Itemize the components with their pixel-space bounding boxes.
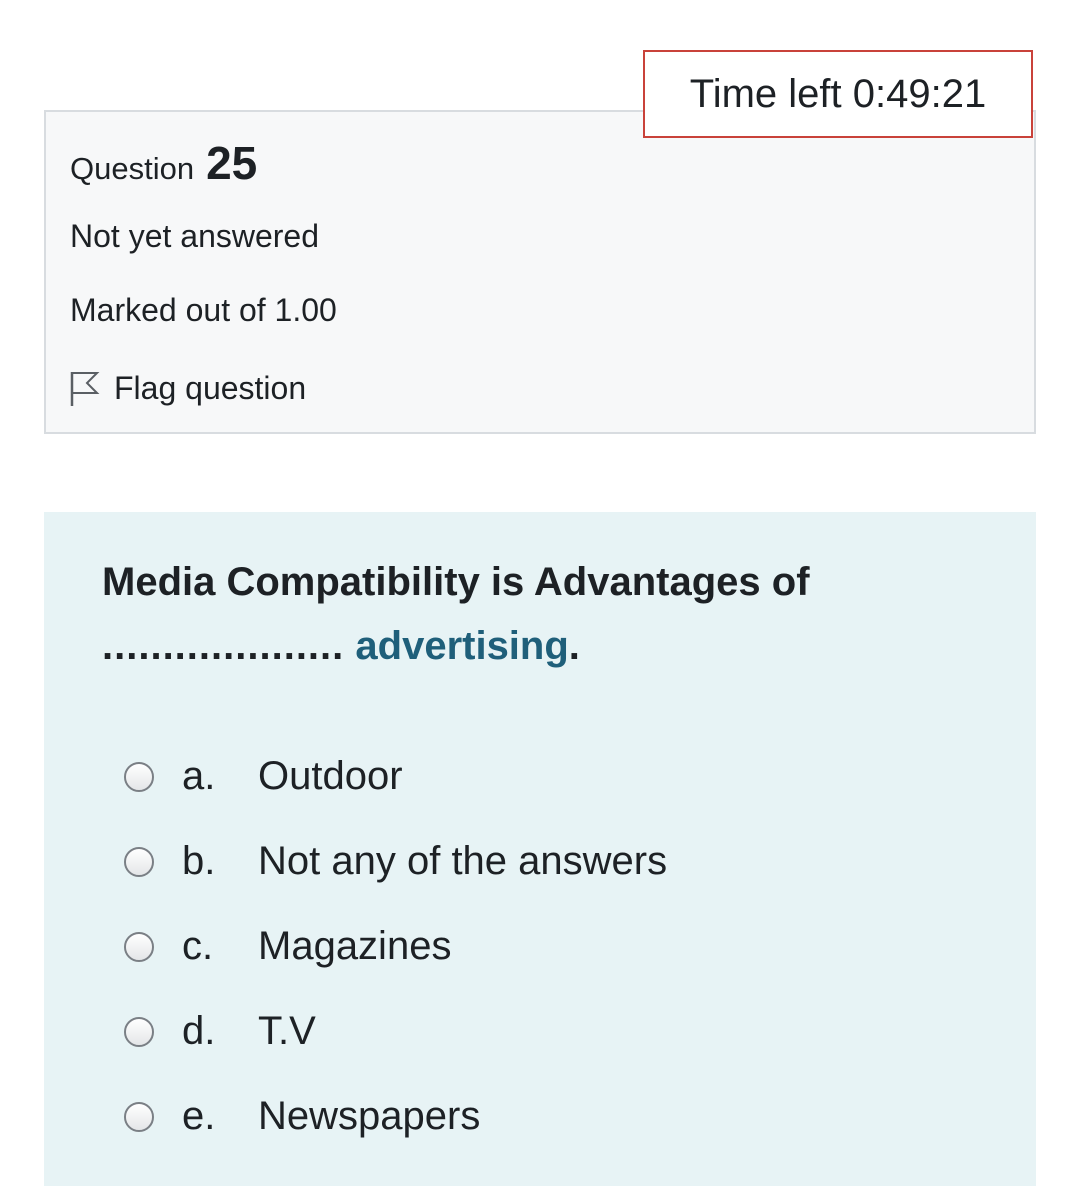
answer-text: Not any of the answers [258,839,668,883]
answer-option[interactable]: b. Not any of the answers [124,819,667,904]
quiz-page: Time left 0:49:21 Question 25 Not yet an… [0,0,1080,1186]
question-grade: Marked out of 1.00 [70,292,337,328]
answer-text: Magazines [258,924,452,968]
question-blank: .................... [102,624,345,668]
question-text: Media Compatibility is Advantages of ...… [102,550,982,678]
timer-label: Time left [689,71,842,116]
radio-button[interactable] [124,1101,154,1132]
radio-button[interactable] [124,931,154,962]
question-text-end: . [568,624,580,668]
answer-option[interactable]: e. Newspapers [124,1074,667,1159]
flag-question-label: Flag question [114,369,307,406]
radio-button[interactable] [124,846,154,877]
radio-button[interactable] [124,1016,154,1047]
glossary-link-advertising[interactable]: advertising [355,624,568,668]
question-info-panel: Question 25 Not yet answered Marked out … [44,110,1036,434]
answer-letter: b. [182,839,216,883]
radio-button[interactable] [124,761,154,792]
answer-options: a. Outdoor b. Not any of the answers c. Magaz… [124,734,667,1159]
answer-text: Newspapers [258,1094,481,1138]
question-number: Question 25 [70,136,257,190]
flag-outline-icon [68,368,102,408]
answer-text: T.V [258,1009,316,1053]
answer-letter: e. [182,1094,216,1138]
quiz-timer: Time left 0:49:21 [643,50,1033,138]
timer-value: 0:49:21 [852,71,987,116]
question-state: Not yet answered [70,218,320,254]
answer-letter: c. [182,924,214,968]
answer-option[interactable]: d. T.V [124,989,667,1074]
flag-question-link[interactable]: Flag question [68,368,306,408]
answer-text: Outdoor [258,754,403,798]
question-number-value: 25 [206,137,258,189]
answer-option[interactable]: c. Magazines [124,904,667,989]
question-content: Media Compatibility is Advantages of ...… [44,512,1036,1186]
answer-letter: d. [182,1009,216,1053]
answer-option[interactable]: a. Outdoor [124,734,667,819]
question-text-start: Media Compatibility is Advantages of [102,560,810,604]
question-number-label: Question [70,151,195,186]
answer-letter: a. [182,754,216,798]
